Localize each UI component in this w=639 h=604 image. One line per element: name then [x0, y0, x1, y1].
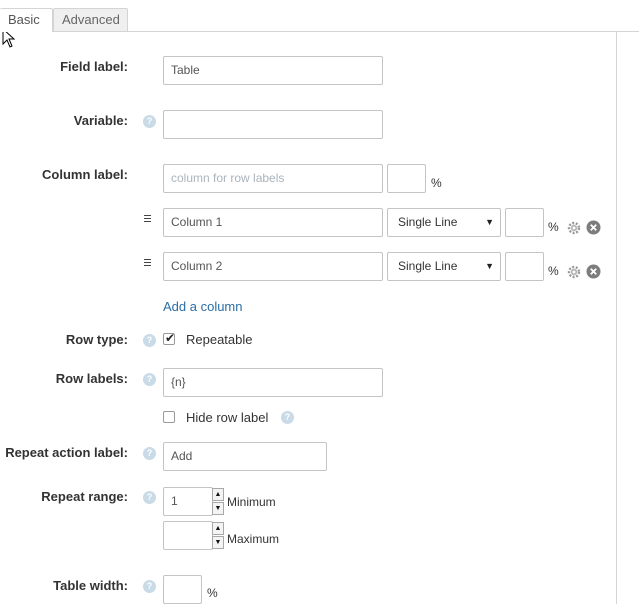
field-label-label: Field label:: [60, 59, 128, 74]
drag-handle-icon[interactable]: [144, 259, 151, 268]
maximum-label: Maximum: [227, 532, 280, 546]
repeat-range-label: Repeat range:: [41, 489, 128, 504]
column-1-width-unit: %: [548, 220, 559, 234]
repeat-min-stepper[interactable]: ▲ ▼: [212, 487, 224, 516]
remove-icon[interactable]: [586, 264, 601, 279]
remove-icon[interactable]: [586, 220, 601, 235]
add-column-link[interactable]: Add a column: [163, 299, 243, 314]
column-1-type-select[interactable]: Single Line ▼: [387, 208, 501, 237]
repeatable-label: Repeatable: [186, 332, 253, 347]
tab-bar: Basic Advanced: [0, 0, 639, 32]
column-2-width-input[interactable]: [505, 252, 544, 281]
table-width-input[interactable]: [163, 575, 202, 604]
column-2-width-unit: %: [548, 264, 559, 278]
column-2-name-input[interactable]: Column 2: [163, 252, 383, 281]
variable-label: Variable:: [73, 113, 128, 128]
stepper-down-icon[interactable]: ▼: [212, 502, 224, 515]
column-label-input[interactable]: column for row labels: [163, 164, 383, 193]
dropdown-arrow-icon: ▼: [485, 217, 494, 227]
table-width-label: Table width:: [53, 578, 128, 593]
repeat-action-help-icon[interactable]: ?: [143, 447, 156, 460]
hide-row-label-checkbox[interactable]: [163, 411, 175, 423]
drag-handle-icon[interactable]: [144, 215, 151, 224]
variable-help-icon[interactable]: ?: [143, 115, 156, 128]
repeat-max-input[interactable]: [163, 521, 213, 550]
row-labels-input[interactable]: {n}: [163, 368, 383, 397]
column-label-label: Column label:: [42, 167, 128, 182]
repeatable-checkbox[interactable]: ✔: [163, 331, 176, 345]
repeat-range-help-icon[interactable]: ?: [143, 491, 156, 504]
column-2-type-select[interactable]: Single Line ▼: [387, 252, 501, 281]
column-label-width-unit: %: [431, 176, 442, 190]
gear-icon[interactable]: [567, 221, 581, 235]
column-1-width-input[interactable]: [505, 208, 544, 237]
gear-icon[interactable]: [567, 265, 581, 279]
row-labels-help-icon[interactable]: ?: [143, 373, 156, 386]
minimum-label: Minimum: [227, 495, 276, 509]
tab-basic[interactable]: Basic: [0, 8, 53, 32]
stepper-up-icon[interactable]: ▲: [212, 522, 224, 535]
row-type-help-icon[interactable]: ?: [143, 334, 156, 347]
tab-advanced[interactable]: Advanced: [53, 8, 128, 32]
checkmark-icon: ✔: [165, 331, 176, 345]
dropdown-arrow-icon: ▼: [485, 261, 494, 271]
column-label-width-input[interactable]: [387, 164, 426, 193]
column-1-type-value: Single Line: [398, 215, 458, 229]
table-width-unit: %: [207, 586, 218, 600]
repeat-min-input[interactable]: 1: [163, 487, 213, 516]
repeat-max-stepper[interactable]: ▲ ▼: [212, 521, 224, 550]
repeat-action-label-input[interactable]: Add: [163, 442, 327, 471]
column-2-type-value: Single Line: [398, 259, 458, 273]
variable-input[interactable]: [163, 110, 383, 139]
panel-border: [616, 31, 617, 604]
repeat-action-label-label: Repeat action label:: [5, 445, 128, 460]
table-width-help-icon[interactable]: ?: [143, 580, 156, 593]
field-label-input[interactable]: Table: [163, 56, 383, 85]
column-1-name-input[interactable]: Column 1: [163, 208, 383, 237]
hide-row-label-help-icon[interactable]: ?: [281, 411, 294, 424]
stepper-up-icon[interactable]: ▲: [212, 488, 224, 501]
hide-row-label-label: Hide row label: [186, 410, 269, 425]
tab-divider: [128, 31, 639, 32]
row-type-label: Row type:: [65, 332, 128, 347]
stepper-down-icon[interactable]: ▼: [212, 536, 224, 549]
row-labels-label: Row labels:: [55, 371, 128, 386]
